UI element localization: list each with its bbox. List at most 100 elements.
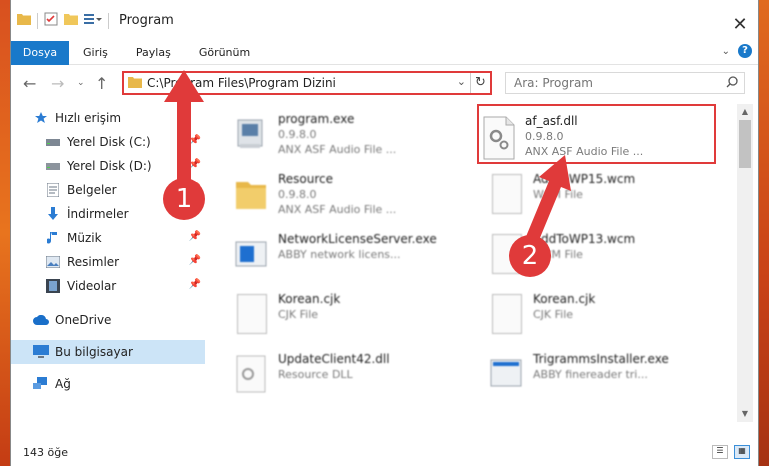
folder-icon [234, 174, 270, 218]
file-type: Resource DLL [278, 368, 353, 381]
sidebar-item-label: Hızlı erişim [55, 111, 122, 125]
separator [108, 12, 109, 29]
file-description: ABBY finereader tri... [533, 368, 648, 381]
pin-icon[interactable]: 📌 [189, 255, 201, 266]
dll-file-icon [234, 354, 270, 398]
file-name: TrigrammsInstaller.exe [533, 352, 669, 366]
folder-icon [17, 13, 31, 28]
tab-share[interactable]: Paylaş [122, 41, 185, 65]
music-icon [45, 230, 61, 246]
cloud-icon [33, 312, 49, 328]
vertical-scrollbar[interactable]: ▲ ▼ [737, 104, 753, 422]
chevron-down-icon[interactable]: ⌄ [457, 75, 466, 88]
scroll-up-icon[interactable]: ▲ [737, 104, 753, 120]
sidebar-item-videos[interactable]: Videolar 📌 [11, 274, 205, 298]
tab-file[interactable]: Dosya [11, 40, 69, 65]
exe-file-icon [234, 234, 270, 278]
file-item[interactable]: Resource 0.9.8.0 ANX ASF Audio File ... [234, 168, 474, 224]
window-title: Program [119, 13, 174, 28]
file-item[interactable]: program.exe 0.9.8.0 ANX ASF Audio File ... [234, 108, 474, 164]
file-name: UpdateClient42.dll [278, 352, 390, 366]
tab-view[interactable]: Görünüm [185, 41, 264, 65]
file-type: CJK File [533, 308, 574, 321]
close-icon: ✕ [732, 13, 748, 35]
back-arrow-icon[interactable]: ← [23, 74, 36, 93]
document-icon [489, 294, 525, 338]
tab-home[interactable]: Giriş [69, 41, 122, 65]
pictures-icon [45, 254, 61, 270]
up-arrow-icon[interactable]: ↑ [95, 74, 108, 93]
sidebar-item-label: Bu bilgisayar [55, 345, 133, 359]
callout-badge-2: 2 [509, 235, 551, 277]
pin-icon[interactable]: 📌 [189, 231, 201, 242]
document-icon [234, 294, 270, 338]
item-count: 143 öğe [23, 445, 68, 459]
download-icon [45, 206, 61, 222]
tiles-view-icon[interactable]: ▦ [734, 445, 750, 459]
status-bar: 143 öğe ☰ ▦ [11, 438, 758, 466]
desktop-background-right [759, 0, 769, 466]
file-name: Resource [278, 172, 334, 186]
sidebar-item-music[interactable]: Müzik 📌 [11, 226, 205, 250]
sidebar-item-this-pc[interactable]: Bu bilgisayar [11, 340, 205, 364]
file-item[interactable]: Korean.cjk CJK File [234, 288, 474, 344]
file-name: Korean.cjk [278, 292, 341, 306]
help-icon[interactable]: ? [738, 44, 752, 58]
star-icon [33, 110, 49, 126]
drive-icon [45, 134, 61, 150]
explorer-window: Program ✕ Dosya Giriş Paylaş Görünüm ⌄ ?… [10, 0, 759, 466]
scroll-down-icon[interactable]: ▼ [737, 406, 753, 422]
forward-arrow-icon[interactable]: → [51, 74, 64, 93]
file-type: CJK File [278, 308, 319, 321]
exe-file-icon [234, 114, 270, 158]
sidebar-item-label: OneDrive [55, 313, 112, 327]
sidebar-item-label: Yerel Disk (C:) [67, 135, 151, 149]
ribbon-controls: ⌄ ? [722, 44, 752, 58]
sidebar-item-label: Yerel Disk (D:) [67, 159, 152, 173]
quick-access-toolbar: Program [17, 12, 174, 29]
search-icon[interactable] [726, 76, 738, 91]
file-description: ANX ASF Audio File ... [278, 143, 397, 156]
recent-locations-icon[interactable]: ⌄ [77, 78, 85, 88]
sidebar-item-label: Videolar [67, 279, 117, 293]
sidebar-item-label: Ağ [55, 377, 71, 391]
sidebar-item-label: Müzik [67, 231, 102, 245]
sidebar-item-pictures[interactable]: Resimler 📌 [11, 250, 205, 274]
sidebar-item-network[interactable]: Ağ [11, 372, 205, 396]
sidebar-item-onedrive[interactable]: OneDrive [11, 308, 205, 332]
details-view-icon[interactable]: ☰ [712, 445, 728, 459]
folder-icon [128, 76, 142, 91]
documents-icon [45, 182, 61, 198]
view-toggle: ☰ ▦ [712, 445, 750, 459]
customize-qat-icon[interactable] [84, 13, 102, 28]
separator [37, 12, 38, 29]
file-version: 0.9.8.0 [278, 188, 317, 201]
file-description: ABBY network licens... [278, 248, 401, 261]
scroll-thumb[interactable] [739, 120, 751, 168]
drive-icon [45, 158, 61, 174]
ribbon-tabs: Dosya Giriş Paylaş Görünüm ⌄ ? [11, 40, 758, 65]
file-item[interactable]: UpdateClient42.dll Resource DLL [234, 348, 474, 404]
file-item[interactable]: TrigrammsInstaller.exe ABBY finereader tr… [489, 348, 729, 404]
file-name: program.exe [278, 112, 355, 126]
expand-ribbon-icon[interactable]: ⌄ [722, 46, 730, 57]
file-item[interactable]: Korean.cjk CJK File [489, 288, 729, 344]
sidebar-item-label: İndirmeler [67, 207, 129, 221]
new-folder-icon[interactable] [64, 13, 78, 28]
pin-icon[interactable]: 📌 [189, 279, 201, 290]
properties-icon[interactable] [44, 12, 58, 29]
file-item[interactable]: NetworkLicenseServer.exe ABBY network lic… [234, 228, 474, 284]
refresh-icon[interactable]: ↻ [470, 73, 490, 93]
sidebar-item-label: Resimler [67, 255, 120, 269]
desktop-background-left [0, 0, 10, 466]
close-button[interactable]: ✕ [722, 10, 758, 38]
exe-file-icon [489, 354, 525, 398]
sidebar-item-label: Belgeler [67, 183, 117, 197]
file-name: NetworkLicenseServer.exe [278, 232, 437, 246]
videos-icon [45, 278, 61, 294]
callout-badge-1: 1 [163, 178, 205, 220]
search-box[interactable] [505, 72, 745, 94]
computer-icon [33, 344, 49, 360]
search-input[interactable] [514, 76, 714, 90]
highlight-box [477, 104, 716, 164]
